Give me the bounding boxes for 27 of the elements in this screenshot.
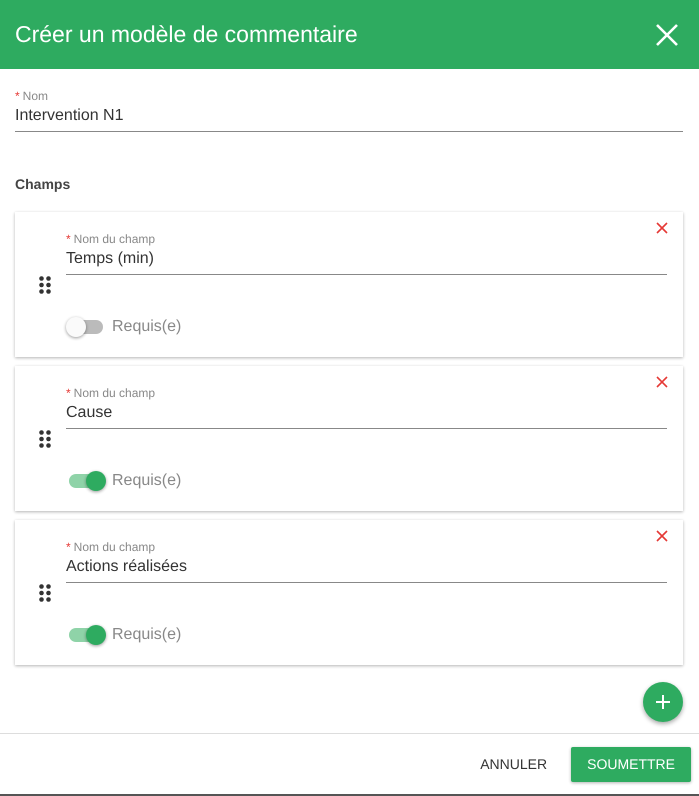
close-icon: [655, 529, 669, 543]
field-label: * Nom du champ: [66, 386, 156, 400]
toggle-label: Requis(e): [112, 626, 182, 644]
drag-handle-icon[interactable]: [39, 584, 51, 602]
field-name-input[interactable]: Temps (min): [66, 250, 667, 275]
add-button[interactable]: [643, 682, 683, 722]
close-icon: [655, 221, 669, 235]
drag-handle-icon[interactable]: [39, 276, 51, 294]
field-name-input[interactable]: Actions réalisées: [66, 558, 667, 583]
toggle-label: Requis(e): [112, 472, 182, 490]
section-title: Champs: [15, 176, 72, 192]
field-name-input[interactable]: Cause: [66, 404, 667, 429]
field-label: * Nom du champ: [66, 540, 156, 554]
close-icon: [655, 375, 669, 389]
name-input[interactable]: Intervention N1: [15, 107, 683, 132]
remove-button[interactable]: [655, 529, 669, 543]
dialog-title: Créer un modèle de commentaire: [15, 21, 358, 48]
close-button[interactable]: [655, 22, 679, 46]
plus-icon: [655, 694, 671, 710]
field-label: * Nom du champ: [66, 232, 156, 246]
remove-button[interactable]: [655, 375, 669, 389]
drag-handle-icon[interactable]: [39, 430, 51, 448]
close-icon: [655, 22, 679, 46]
field-label: * Nom: [15, 89, 50, 103]
cancel-button[interactable]: ANNULER: [464, 746, 564, 782]
toggle-label: Requis(e): [112, 318, 182, 336]
remove-button[interactable]: [655, 221, 669, 235]
